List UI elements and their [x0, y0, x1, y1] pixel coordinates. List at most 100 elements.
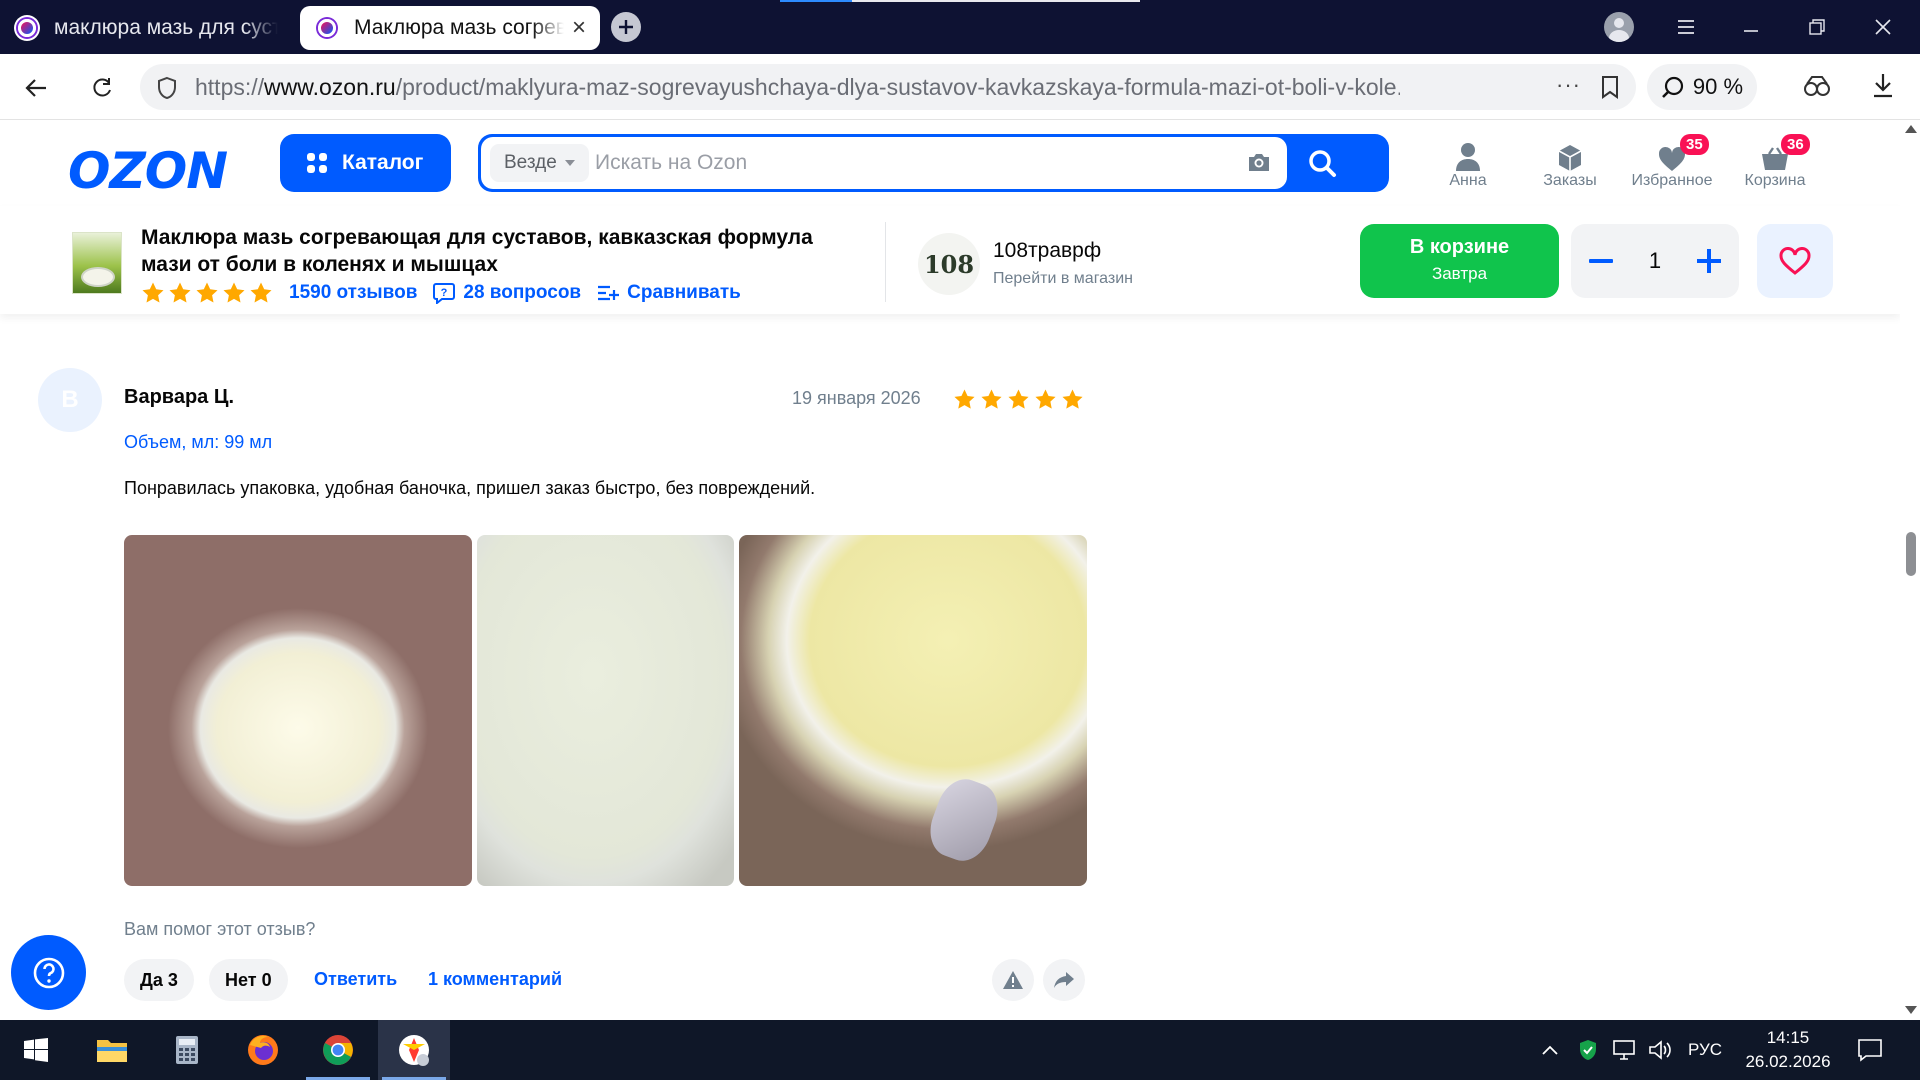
header-favorites[interactable]: 35 Избранное: [1622, 134, 1722, 190]
taskbar-file-explorer[interactable]: [76, 1020, 148, 1080]
reviews-link[interactable]: 1590 отзывов: [289, 282, 417, 304]
quantity-value: 1: [1648, 248, 1662, 273]
share-review-button[interactable]: [1043, 959, 1085, 1001]
taskbar-yandex-browser[interactable]: [378, 1020, 450, 1080]
header-profile[interactable]: Анна: [1418, 138, 1518, 190]
tray-clock[interactable]: 14:15 26.02.2026: [1728, 1026, 1848, 1074]
review-variant[interactable]: Объем, мл: 99 мл: [124, 432, 272, 453]
review-photo-1[interactable]: [124, 535, 472, 886]
search-scope-label: Везде: [504, 152, 557, 173]
downloads-button[interactable]: [1872, 72, 1894, 98]
search-icon: [1309, 150, 1336, 177]
browser-tab-2-active[interactable]: Маклюра мазь согревающая для суставов ×: [300, 6, 600, 50]
camera-search-icon[interactable]: [1246, 151, 1272, 173]
url-path: /product/maklyura-maz-sogrevayushchaya-d…: [395, 74, 1400, 100]
header-orders[interactable]: Заказы: [1520, 138, 1620, 190]
increase-quantity-button[interactable]: [1697, 249, 1722, 273]
report-review-button[interactable]: [992, 959, 1034, 1001]
star-icon: [954, 389, 975, 409]
reply-link[interactable]: Ответить: [314, 969, 397, 990]
star-icon: [1035, 389, 1056, 409]
search-input[interactable]: Везде Искать на Ozon: [481, 137, 1287, 189]
review-photo-3[interactable]: [739, 535, 1087, 886]
profile-avatar-icon: [1604, 12, 1634, 42]
search-placeholder: Искать на Ozon: [595, 151, 748, 174]
scrollbar-thumb[interactable]: [1906, 532, 1916, 576]
header-cart-label: Корзина: [1744, 172, 1806, 189]
search-scope-dropdown[interactable]: Везде: [490, 144, 589, 182]
product-title[interactable]: Маклюра мазь согревающая для суставов, к…: [141, 224, 861, 278]
box-icon: [1558, 145, 1582, 171]
zoom-magnifier-icon: [1662, 76, 1684, 98]
star-icon: [169, 282, 191, 303]
warning-icon: [1003, 971, 1023, 989]
more-dots-icon[interactable]: ···: [1556, 72, 1581, 98]
vertical-divider: [885, 222, 886, 302]
plus-icon: [619, 20, 633, 34]
decrease-quantity-button[interactable]: [1588, 259, 1613, 263]
search-bar: Везде Искать на Ozon: [478, 134, 1389, 192]
browser-tab-1[interactable]: маклюра мазь для суставов: [0, 6, 292, 50]
vpn-extension-button[interactable]: [1802, 74, 1832, 98]
product-thumbnail[interactable]: [72, 232, 122, 294]
shop-logo[interactable]: 108: [918, 233, 980, 295]
header-favorites-label: Избранное: [1631, 172, 1713, 189]
tab-title: маклюра мазь для суставов: [54, 16, 278, 39]
questions-link[interactable]: ? 28 вопросов: [433, 282, 581, 304]
start-button[interactable]: [0, 1020, 72, 1080]
tray-security[interactable]: [1578, 1020, 1598, 1080]
new-tab-button[interactable]: [611, 12, 641, 42]
tray-language[interactable]: РУС: [1688, 1020, 1722, 1080]
taskbar-calculator[interactable]: [151, 1020, 223, 1080]
ozon-logo[interactable]: OZON: [68, 142, 228, 200]
scroll-down-arrow-icon[interactable]: [1905, 1006, 1917, 1014]
header-cart[interactable]: 36 Корзина: [1725, 134, 1825, 190]
catalog-button[interactable]: Каталог: [280, 134, 451, 192]
quantity-stepper: 1: [1571, 224, 1739, 298]
close-window-button[interactable]: [1863, 8, 1903, 46]
profile-button[interactable]: [1599, 8, 1639, 46]
page-load-progress: [780, 0, 1140, 2]
helpful-no-button[interactable]: Нет 0: [209, 959, 288, 1001]
review-photo-2[interactable]: [477, 535, 734, 886]
comments-link[interactable]: 1 комментарий: [428, 969, 562, 990]
catalog-label: Каталог: [342, 151, 424, 174]
taskbar-chrome[interactable]: [302, 1020, 374, 1080]
shop-name[interactable]: 108травpф: [993, 239, 1101, 263]
browser-menu-button[interactable]: [1666, 8, 1706, 46]
close-tab-icon[interactable]: ×: [572, 14, 586, 42]
bookmark-icon[interactable]: [1600, 75, 1620, 99]
compare-link-label: Сравнивать: [627, 282, 741, 303]
back-button[interactable]: [18, 70, 54, 106]
notifications-button[interactable]: [1857, 1020, 1883, 1080]
go-to-shop-link[interactable]: Перейти в магазин: [993, 270, 1133, 288]
star-icon: [1008, 389, 1029, 409]
site-security-shield-icon[interactable]: [156, 76, 178, 100]
tray-network[interactable]: [1611, 1020, 1637, 1080]
question-bubble-icon: ?: [433, 283, 456, 304]
ozon-favicon-icon: [314, 15, 340, 41]
search-submit-button[interactable]: [1307, 148, 1337, 178]
help-chat-button[interactable]: [11, 935, 86, 1010]
in-cart-button[interactable]: В корзине Завтра: [1360, 224, 1559, 298]
scroll-up-arrow-icon[interactable]: [1905, 125, 1917, 133]
restore-button[interactable]: [1797, 8, 1837, 46]
compare-link[interactable]: Сравнивать: [597, 282, 741, 304]
tray-show-hidden-icons[interactable]: [1542, 1020, 1558, 1080]
zoom-level-button[interactable]: 90 %: [1647, 64, 1757, 110]
tray-volume[interactable]: [1648, 1020, 1672, 1080]
taskbar-firefox[interactable]: [227, 1020, 299, 1080]
windows-taskbar: РУС 14:15 26.02.2026: [0, 1020, 1920, 1080]
add-to-favorites-button[interactable]: [1757, 224, 1833, 298]
page-scrollbar[interactable]: [1900, 120, 1920, 1020]
star-icon: [250, 282, 272, 303]
url-text[interactable]: https://www.ozon.ru/product/maklyura-maz…: [195, 64, 1400, 110]
download-icon: [1874, 74, 1892, 98]
address-bar[interactable]: https://www.ozon.ru/product/maklyura-maz…: [140, 64, 1636, 110]
reload-button[interactable]: [84, 70, 120, 106]
heart-outline-icon: [1779, 247, 1811, 275]
yandex-browser-icon: [399, 1035, 429, 1066]
browser-toolbar: https://www.ozon.ru/product/maklyura-maz…: [0, 54, 1920, 120]
helpful-yes-button[interactable]: Да 3: [124, 959, 194, 1001]
minimize-button[interactable]: [1731, 8, 1771, 46]
